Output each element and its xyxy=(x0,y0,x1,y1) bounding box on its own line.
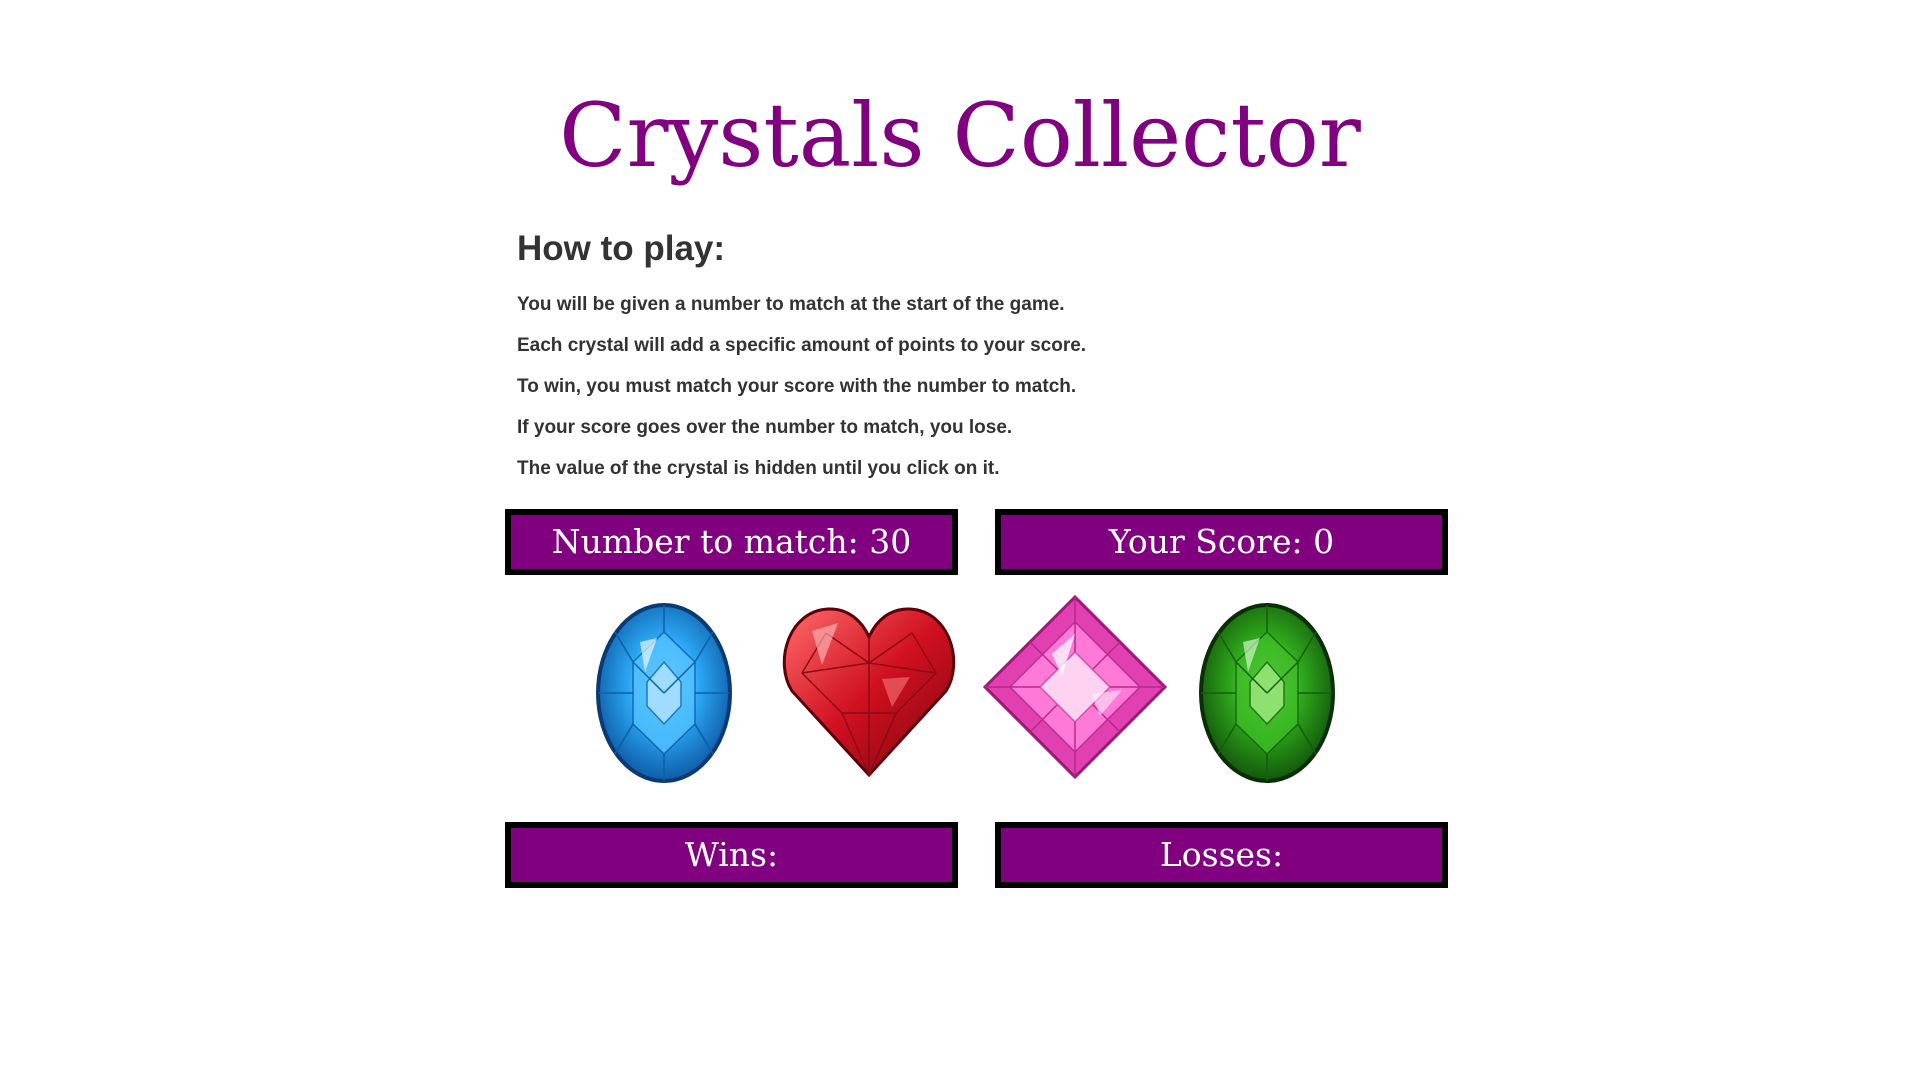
red-crystal-button[interactable] xyxy=(782,603,956,781)
red-heart-crystal-icon xyxy=(782,607,956,778)
instructions-heading: How to play: xyxy=(517,229,726,268)
pink-crystal-button[interactable] xyxy=(982,594,1168,780)
instruction-line: You will be given a number to match at t… xyxy=(517,294,1065,315)
losses-panel: Losses: xyxy=(995,822,1448,888)
instruction-line: If your score goes over the number to ma… xyxy=(517,417,1013,438)
blue-crystal-button[interactable] xyxy=(595,602,733,784)
instructions-section: How to play: You will be given a number … xyxy=(517,226,1417,489)
page-title: Crystals Collector xyxy=(559,84,1361,187)
your-score-panel: Your Score: 0 xyxy=(995,509,1448,575)
wins-panel: Wins: xyxy=(505,822,958,888)
blue-oval-crystal-icon xyxy=(596,603,732,783)
green-oval-crystal-icon xyxy=(1199,603,1335,783)
pink-square-crystal-icon xyxy=(982,594,1168,780)
green-crystal-button[interactable] xyxy=(1198,602,1336,784)
instruction-line: Each crystal will add a specific amount … xyxy=(517,335,1087,356)
number-to-match-panel: Number to match: 30 xyxy=(505,509,958,575)
game-page: Crystals Collector How to play: You will… xyxy=(0,0,1920,1080)
instruction-line: To win, you must match your score with t… xyxy=(517,376,1077,397)
instruction-line: The value of the crystal is hidden until… xyxy=(517,458,1000,479)
